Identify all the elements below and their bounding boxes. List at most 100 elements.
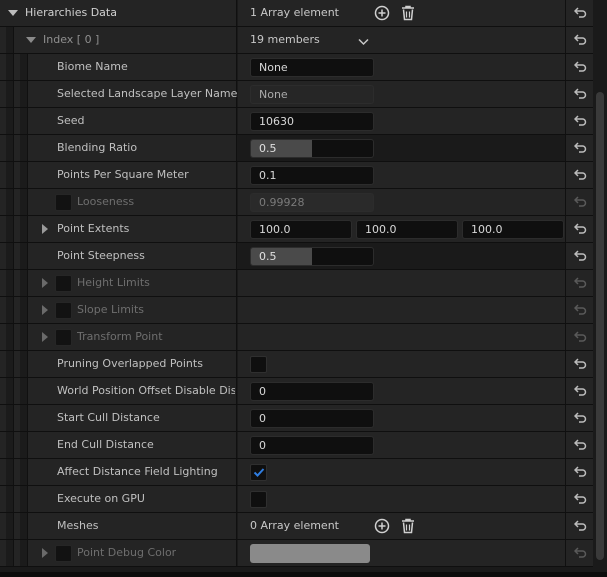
reset-arrow-icon[interactable] bbox=[565, 378, 593, 404]
indent-guide bbox=[20, 432, 28, 458]
looseness-field[interactable]: 0.99928 bbox=[250, 193, 374, 212]
name-cell: Blending Ratio bbox=[0, 135, 237, 161]
blending-ratio-label: Blending Ratio bbox=[57, 141, 138, 154]
reset-arrow-icon[interactable] bbox=[565, 432, 593, 458]
value-cell bbox=[238, 297, 565, 323]
blending-ratio-slider[interactable]: 0.5 bbox=[250, 139, 374, 158]
reset-arrow-icon[interactable] bbox=[565, 351, 593, 377]
indent-guide bbox=[6, 243, 14, 269]
expand-arrow-icon[interactable] bbox=[26, 37, 36, 43]
name-cell: Looseness bbox=[0, 189, 237, 215]
name-cell: Index [ 0 ] bbox=[0, 27, 237, 53]
details-panel: Hierarchies Data 1 Array element Index [… bbox=[0, 0, 607, 577]
name-cell: Pruning Overlapped Points bbox=[0, 351, 237, 377]
reset-arrow-icon[interactable] bbox=[565, 486, 593, 512]
indent-guide bbox=[6, 54, 14, 80]
indent-guide bbox=[6, 297, 14, 323]
reset-arrow-icon[interactable] bbox=[565, 243, 593, 269]
trash-icon[interactable] bbox=[401, 518, 415, 537]
height-limits-checkbox[interactable] bbox=[55, 275, 72, 292]
indent-guide bbox=[6, 540, 14, 566]
reset-arrow-icon[interactable] bbox=[565, 135, 593, 161]
reset-arrow-icon[interactable] bbox=[565, 540, 593, 566]
indent-guide bbox=[6, 405, 14, 431]
point-steepness-slider[interactable]: 0.5 bbox=[250, 247, 374, 266]
affect-distance-field-checkbox[interactable] bbox=[250, 464, 267, 481]
selected-layer-label: Selected Landscape Layer Name bbox=[57, 87, 238, 100]
indent-guide bbox=[20, 108, 28, 134]
execute-on-gpu-label: Execute on GPU bbox=[57, 492, 145, 505]
point-extents-x-field[interactable]: 100.0 bbox=[250, 220, 352, 239]
plus-circle-icon[interactable] bbox=[374, 5, 390, 24]
indent-guide bbox=[20, 405, 28, 431]
reset-arrow-icon[interactable] bbox=[565, 0, 593, 26]
reset-arrow-icon[interactable] bbox=[565, 216, 593, 242]
biome-name-field[interactable]: None bbox=[250, 58, 374, 77]
indent-guide bbox=[20, 324, 28, 350]
reset-arrow-icon[interactable] bbox=[565, 270, 593, 296]
chevron-down-icon[interactable] bbox=[358, 36, 369, 49]
reset-arrow-icon[interactable] bbox=[565, 513, 593, 539]
reset-arrow-icon[interactable] bbox=[565, 54, 593, 80]
point-extents-z-field[interactable]: 100.0 bbox=[462, 220, 564, 239]
point-debug-color-swatch[interactable] bbox=[250, 544, 370, 563]
indent-guide bbox=[20, 486, 28, 512]
value-cell: 10630 bbox=[238, 108, 565, 134]
value-cell: 0 bbox=[238, 432, 565, 458]
looseness-override-checkbox[interactable] bbox=[55, 194, 72, 211]
points-per-sqm-field[interactable]: 0.1 bbox=[250, 166, 374, 185]
plus-circle-icon[interactable] bbox=[374, 518, 390, 537]
transform-point-checkbox[interactable] bbox=[55, 329, 72, 346]
pruning-checkbox[interactable] bbox=[250, 356, 267, 373]
reset-arrow-icon[interactable] bbox=[565, 324, 593, 350]
expand-arrow-icon[interactable] bbox=[42, 305, 48, 315]
execute-on-gpu-checkbox[interactable] bbox=[250, 491, 267, 508]
indent-guide bbox=[6, 162, 14, 188]
expand-arrow-icon[interactable] bbox=[42, 332, 48, 342]
selected-layer-field[interactable]: None bbox=[250, 85, 374, 104]
slope-limits-checkbox[interactable] bbox=[55, 302, 72, 319]
reset-arrow-icon[interactable] bbox=[565, 81, 593, 107]
indent-guide bbox=[20, 54, 28, 80]
indent-guide bbox=[6, 135, 14, 161]
trash-icon[interactable] bbox=[401, 5, 415, 24]
reset-arrow-icon[interactable] bbox=[565, 189, 593, 215]
name-cell: Meshes bbox=[0, 513, 237, 539]
biome-name-row: Biome Name None bbox=[0, 54, 607, 81]
seed-field[interactable]: 10630 bbox=[250, 112, 374, 131]
point-extents-y-field[interactable]: 100.0 bbox=[356, 220, 458, 239]
reset-arrow-icon[interactable] bbox=[565, 27, 593, 53]
blending-ratio-row: Blending Ratio 0.5 bbox=[0, 135, 607, 162]
value-cell bbox=[238, 351, 565, 377]
name-cell: Transform Point bbox=[0, 324, 237, 350]
point-debug-color-checkbox[interactable] bbox=[55, 545, 72, 562]
expand-arrow-icon[interactable] bbox=[42, 224, 48, 234]
end-cull-distance-field[interactable]: 0 bbox=[250, 436, 374, 455]
reset-arrow-icon[interactable] bbox=[565, 162, 593, 188]
name-cell: Execute on GPU bbox=[0, 486, 237, 512]
slider-value: 0.5 bbox=[259, 142, 277, 155]
looseness-row: Looseness 0.99928 bbox=[0, 189, 607, 216]
indent-guide bbox=[6, 270, 14, 296]
expand-arrow-icon[interactable] bbox=[42, 278, 48, 288]
expand-arrow-icon[interactable] bbox=[42, 548, 48, 558]
wpo-disable-distance-field[interactable]: 0 bbox=[250, 382, 374, 401]
start-cull-distance-field[interactable]: 0 bbox=[250, 409, 374, 428]
name-cell: Seed bbox=[0, 108, 237, 134]
value-cell: 1 Array element bbox=[238, 0, 565, 26]
point-debug-color-row: Point Debug Color bbox=[0, 540, 607, 567]
scrollbar-thumb[interactable] bbox=[596, 92, 604, 560]
name-cell: Biome Name bbox=[0, 54, 237, 80]
reset-arrow-icon[interactable] bbox=[565, 405, 593, 431]
value-cell: 0 bbox=[238, 378, 565, 404]
indent-guide bbox=[20, 540, 28, 566]
points-per-sqm-label: Points Per Square Meter bbox=[57, 168, 189, 181]
expand-arrow-icon[interactable] bbox=[8, 10, 18, 16]
reset-arrow-icon[interactable] bbox=[565, 297, 593, 323]
indent-guide bbox=[6, 513, 14, 539]
indent-guide bbox=[20, 81, 28, 107]
value-cell bbox=[238, 459, 565, 485]
reset-arrow-icon[interactable] bbox=[565, 108, 593, 134]
slope-limits-row: Slope Limits bbox=[0, 297, 607, 324]
reset-arrow-icon[interactable] bbox=[565, 459, 593, 485]
